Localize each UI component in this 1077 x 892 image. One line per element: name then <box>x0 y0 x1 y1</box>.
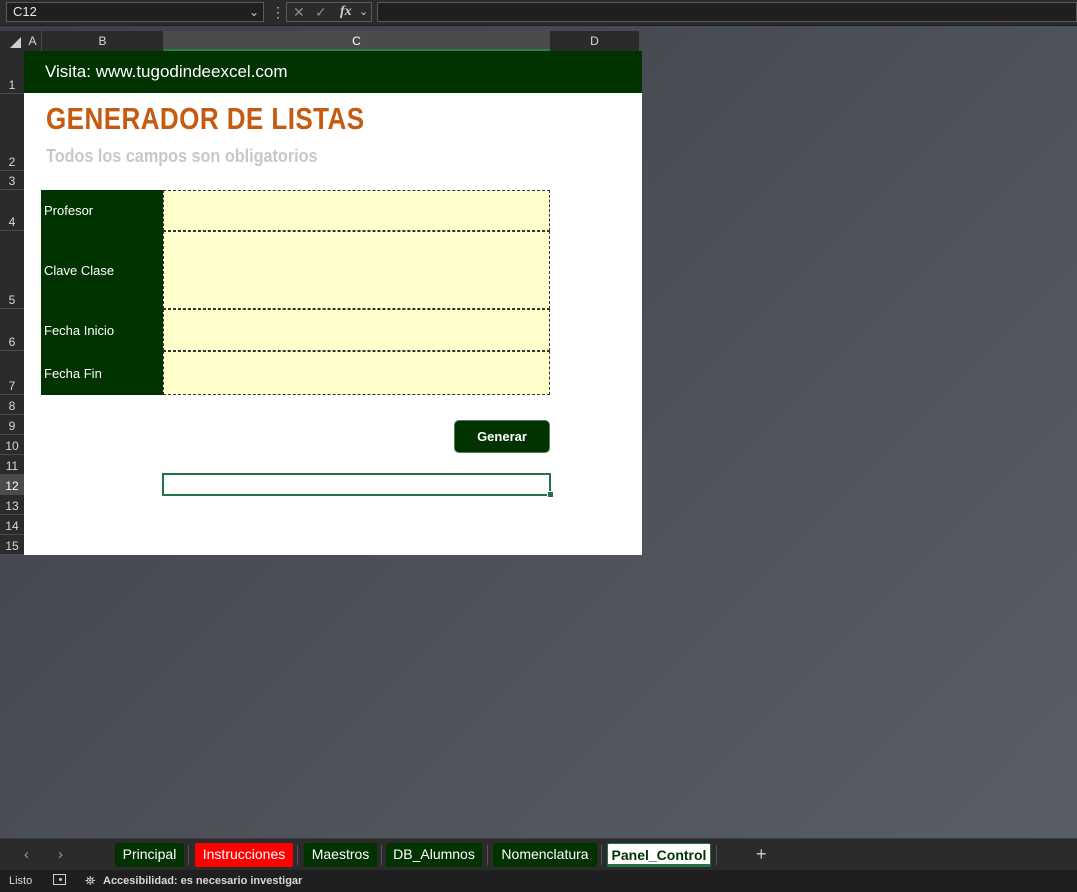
row-header-8[interactable]: 8 <box>0 395 24 415</box>
status-ready: Listo <box>9 875 33 887</box>
formula-input[interactable] <box>377 2 1077 22</box>
label-profesor: Profesor <box>41 190 163 231</box>
cell-reference: C12 <box>13 4 37 19</box>
row-header-10[interactable]: 10 <box>0 435 24 455</box>
fx-icon[interactable]: fx <box>340 3 352 21</box>
accessibility-icon[interactable]: ⛯ <box>85 873 95 889</box>
generate-button[interactable]: Generar <box>454 420 550 453</box>
website-banner: Visita: www.tugodindeexcel.com <box>24 51 642 93</box>
cancel-icon[interactable]: ✕ <box>293 3 305 21</box>
row-header-3[interactable]: 3 <box>0 171 24 190</box>
row-header-11[interactable]: 11 <box>0 455 24 475</box>
select-all-corner[interactable] <box>0 31 24 51</box>
name-box[interactable]: C12 ⌄ <box>6 2 264 22</box>
row-header-4[interactable]: 4 <box>0 190 24 231</box>
row-header-1[interactable]: 1 <box>0 51 24 94</box>
tab-nomenclatura[interactable]: Nomenclatura <box>493 843 597 867</box>
row-header-5[interactable]: 5 <box>0 231 24 309</box>
row-header-14[interactable]: 14 <box>0 515 24 535</box>
tab-divider <box>487 845 488 865</box>
column-header-d[interactable]: D <box>550 31 640 51</box>
sheet-area[interactable]: Visita: www.tugodindeexcel.com GENERADOR… <box>24 51 642 555</box>
tab-divider <box>297 845 298 865</box>
spreadsheet-grid: A B C D 1 2 3 4 5 6 7 8 9 10 11 12 13 14… <box>0 31 642 555</box>
add-sheet-icon[interactable]: + <box>756 843 767 865</box>
tab-divider <box>188 845 189 865</box>
banner-text: Visita: www.tugodindeexcel.com <box>45 62 288 81</box>
row-header-15[interactable]: 15 <box>0 535 24 555</box>
input-profesor[interactable] <box>163 190 550 231</box>
label-fecha-fin: Fecha Fin <box>41 351 163 395</box>
macro-recording-icon[interactable] <box>53 874 66 885</box>
chevron-left-icon[interactable]: ‹ <box>24 846 29 863</box>
column-header-a[interactable]: A <box>24 31 42 51</box>
tab-principal[interactable]: Principal <box>115 843 184 867</box>
input-fecha-inicio[interactable] <box>163 309 550 351</box>
tab-divider <box>716 845 717 865</box>
row-header-13[interactable]: 13 <box>0 495 24 515</box>
input-fecha-fin[interactable] <box>163 351 550 395</box>
status-bar: Listo ⛯ Accesibilidad: es necesario inve… <box>0 870 1077 892</box>
tab-db-alumnos[interactable]: DB_Alumnos <box>386 843 482 867</box>
tab-divider <box>381 845 382 865</box>
row-header-2[interactable]: 2 <box>0 94 24 171</box>
chevron-down-icon[interactable]: ⌄ <box>249 3 259 21</box>
column-header-c[interactable]: C <box>164 31 550 51</box>
row-header-12[interactable]: 12 <box>0 475 24 495</box>
more-options-icon[interactable]: ⋮ <box>271 2 285 22</box>
selected-cell-c12[interactable] <box>162 473 551 496</box>
page-title: GENERADOR DE LISTAS <box>46 101 365 136</box>
row-header-6[interactable]: 6 <box>0 309 24 351</box>
chevron-down-icon[interactable]: ⌄ <box>359 3 368 21</box>
accessibility-status[interactable]: Accesibilidad: es necesario investigar <box>103 875 302 887</box>
label-fecha-inicio: Fecha Inicio <box>41 309 163 351</box>
tab-maestros[interactable]: Maestros <box>304 843 377 867</box>
formula-bar: C12 ⌄ ⋮ ✕ ✓ fx ⌄ <box>0 0 1077 26</box>
chevron-right-icon[interactable]: › <box>58 846 63 863</box>
sheet-tabs-bar: ‹ › Principal Instrucciones Maestros DB_… <box>0 838 1077 871</box>
tab-divider <box>601 845 602 865</box>
row-header-7[interactable]: 7 <box>0 351 24 395</box>
input-clave-clase[interactable] <box>163 231 550 309</box>
enter-icon[interactable]: ✓ <box>315 3 327 21</box>
tab-panel-control[interactable]: Panel_Control <box>607 843 711 867</box>
tab-instrucciones[interactable]: Instrucciones <box>195 843 293 867</box>
page-subtitle: Todos los campos son obligatorios <box>46 146 318 166</box>
formula-buttons: ✕ ✓ fx ⌄ <box>286 2 372 22</box>
column-header-b[interactable]: B <box>42 31 164 51</box>
label-clave-clase: Clave Clase <box>41 231 163 309</box>
fill-handle[interactable] <box>547 491 554 498</box>
row-header-9[interactable]: 9 <box>0 415 24 435</box>
